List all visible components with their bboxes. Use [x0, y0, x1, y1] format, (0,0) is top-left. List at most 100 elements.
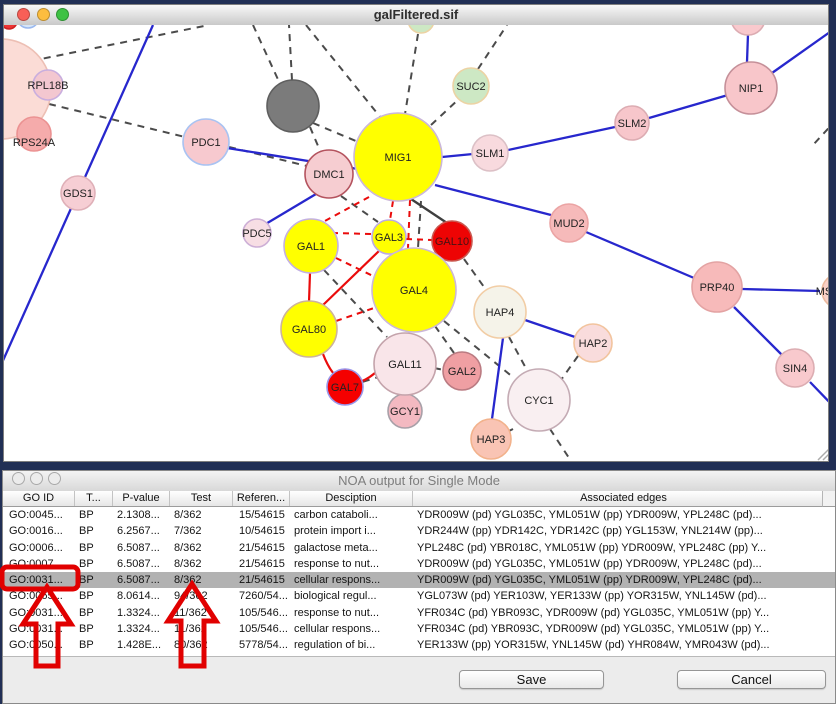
graph-edge[interactable] [508, 127, 615, 150]
node-label: MIG1 [385, 152, 412, 164]
graph-edge[interactable] [492, 338, 503, 419]
table-cell: 6.5087... [113, 540, 170, 556]
graph-edge[interactable] [742, 289, 820, 291]
graph-edge[interactable] [561, 356, 578, 380]
graph-edge[interactable] [810, 382, 828, 410]
graph-window-title: galFiltered.sif [4, 5, 828, 25]
table-cell: BP [75, 588, 113, 604]
graph-edge[interactable] [408, 200, 410, 248]
node-label: GAL2 [448, 366, 476, 378]
table-row[interactable]: GO:0007...BP6.5087...8/36221/54615respon… [3, 556, 835, 572]
desktop: galFiltered.sif RPL18BRPS24AGDS1PDC1DMC1… [0, 0, 836, 704]
node-label: RPL18B [28, 80, 69, 92]
node-label: DMC1 [313, 169, 344, 181]
table-cell: YFR034C (pd) YBR093C, YDR009W (pd) YGL03… [413, 605, 835, 621]
graph-node-green-top-node[interactable] [408, 25, 434, 33]
graph-edge[interactable] [309, 273, 310, 302]
table-cell: GO:0065... [3, 588, 75, 604]
node-label: GAL7 [331, 382, 359, 394]
graph-edge[interactable] [525, 320, 575, 337]
table-row[interactable]: GO:0016...BP6.2567...7/36210/54615protei… [3, 523, 835, 539]
table-row[interactable]: GO:0065...BP8.0614...94/3627260/54...bio… [3, 588, 835, 604]
graph-edge[interactable] [405, 34, 418, 114]
graph-edge[interactable] [289, 25, 292, 80]
table-row[interactable]: GO:0050...BP1.428E...80/3625778/54...reg… [3, 637, 835, 653]
table-row[interactable]: GO:0031...BP1.3324...11/362105/546...cel… [3, 621, 835, 637]
table-cell: 7/362 [170, 523, 233, 539]
graph-edge[interactable] [310, 127, 321, 153]
table-cell: 11/362 [170, 621, 233, 637]
table-cell: BP [75, 572, 113, 588]
table-row[interactable]: GO:0031...BP6.5087...8/36221/54615cellul… [3, 572, 835, 588]
graph-edge[interactable] [323, 197, 369, 222]
table-cell: YDR009W (pd) YGL035C, YML051W (pp) YDR00… [413, 507, 835, 523]
table-cell: 1.3324... [113, 605, 170, 621]
graph-edge[interactable] [649, 95, 728, 118]
graph-edge[interactable] [442, 154, 473, 157]
graph-node-pink-top-node[interactable] [731, 25, 765, 35]
table-cell: 8/362 [170, 572, 233, 588]
graph-edge[interactable] [313, 123, 363, 144]
graph-node-topleft-blue-node[interactable] [17, 25, 39, 28]
graph-edge[interactable] [431, 98, 460, 125]
table-cell: cellular respons... [290, 572, 413, 588]
graph-edge[interactable] [435, 326, 454, 353]
graph-edge[interactable] [435, 185, 551, 215]
table-row[interactable]: GO:0006...BP6.5087...8/36221/54615galact… [3, 540, 835, 556]
network-canvas[interactable]: RPL18BRPS24AGDS1PDC1DMC1MIG1SUC2SLM1SLM2… [4, 25, 828, 461]
graph-edge[interactable] [253, 25, 281, 86]
graph-edge[interactable] [411, 199, 447, 223]
noa-window-titlebar[interactable]: NOA output for Single Mode [3, 471, 835, 492]
graph-node-gray-node[interactable] [267, 80, 319, 132]
node-label: HAP4 [486, 307, 515, 319]
graph-edge[interactable] [390, 201, 393, 220]
graph-edge[interactable] [336, 308, 374, 321]
column-header-0[interactable]: GO ID [3, 491, 75, 506]
table-row[interactable]: GO:0045...BP2.1308...8/36215/54615carbon… [3, 507, 835, 523]
graph-window-titlebar[interactable]: galFiltered.sif [4, 5, 828, 26]
graph-edge[interactable] [49, 104, 185, 137]
graph-edge[interactable] [734, 307, 782, 355]
table-cell: 8/362 [170, 556, 233, 572]
cancel-button[interactable]: Cancel [677, 670, 826, 689]
table-cell: 1.428E... [113, 637, 170, 653]
graph-edge[interactable] [550, 429, 571, 461]
column-header-1[interactable]: T... [75, 491, 113, 506]
table-cell: 10/54615 [233, 523, 290, 539]
table-cell: 11/362 [170, 605, 233, 621]
table-cell: BP [75, 621, 113, 637]
graph-edge[interactable] [478, 25, 507, 69]
table-cell: 6.5087... [113, 572, 170, 588]
table-cell: YPL248C (pd) YBR018C, YML051W (pp) YDR00… [413, 540, 835, 556]
graph-edge[interactable] [747, 34, 748, 62]
column-header-5[interactable]: Desciption [290, 491, 413, 506]
column-header-3[interactable]: Test [170, 491, 233, 506]
table-cell: BP [75, 507, 113, 523]
graph-edge[interactable] [772, 27, 828, 73]
table-cell: response to nut... [290, 556, 413, 572]
table-cell: GO:0006... [3, 540, 75, 556]
graph-edge[interactable] [406, 239, 432, 240]
column-header-6[interactable]: Associated edges [413, 491, 835, 506]
graph-edge[interactable] [813, 119, 828, 145]
graph-edge[interactable] [586, 232, 694, 278]
column-header-4[interactable]: Referen... [233, 491, 290, 506]
save-button[interactable]: Save [459, 670, 604, 689]
graph-edge[interactable] [418, 201, 421, 248]
button-panel: Save Cancel [3, 657, 835, 703]
table-cell: 105/546... [233, 621, 290, 637]
noa-window-title: NOA output for Single Mode [3, 471, 835, 491]
table-cell: carbon cataboli... [290, 507, 413, 523]
table-cell: YDR244W (pp) YDR142C, YDR142C (pp) YGL15… [413, 523, 835, 539]
graph-node-topleft-red-node[interactable] [4, 25, 17, 29]
graph-edge[interactable] [509, 337, 528, 372]
graph-edge[interactable] [31, 25, 209, 61]
table-cell: GO:0031... [3, 572, 75, 588]
column-header-2[interactable]: P-value [113, 491, 170, 506]
node-label: MSL [816, 286, 828, 298]
graph-edge[interactable] [464, 259, 489, 294]
graph-edge[interactable] [332, 233, 372, 234]
table-row[interactable]: GO:0031...BP1.3324...11/362105/546...res… [3, 605, 835, 621]
resize-grip[interactable] [818, 447, 828, 460]
table-cell: 1.3324... [113, 621, 170, 637]
